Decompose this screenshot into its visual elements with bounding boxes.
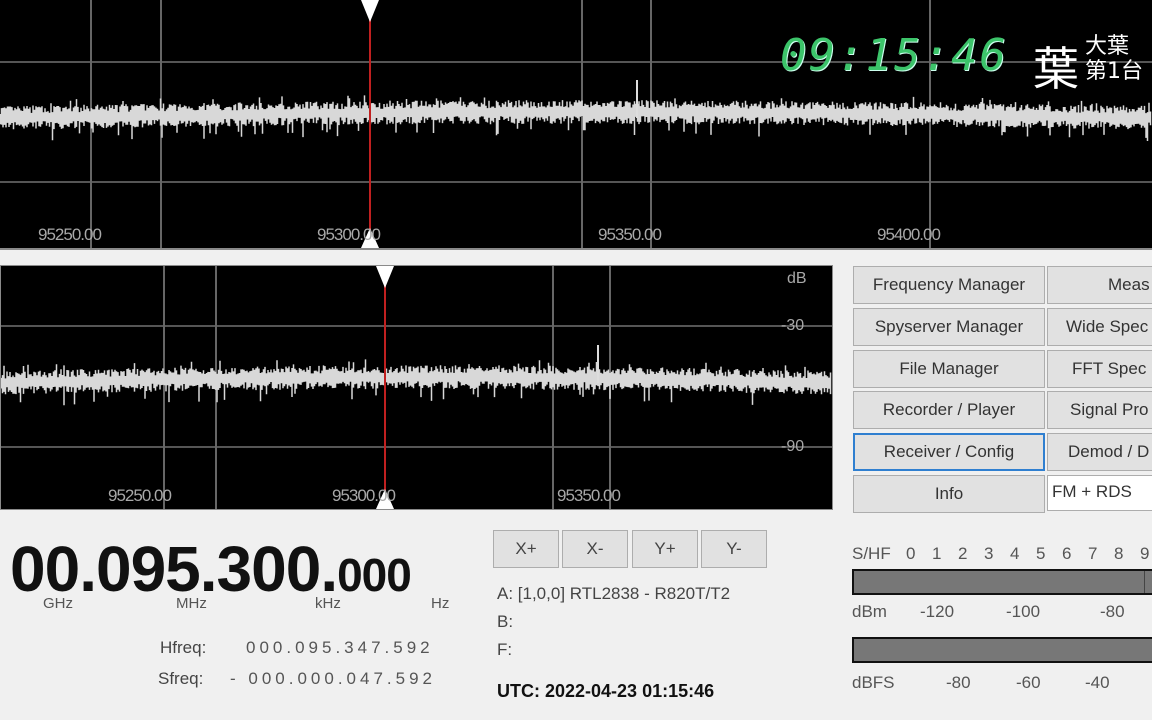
s-meter-tick: 3	[984, 544, 994, 563]
overlay-clock: 09:15:46	[780, 30, 1008, 81]
freq-label: 95300.00	[317, 225, 381, 244]
s-meter-tick: 0	[906, 544, 916, 563]
utc-clock: UTC: 2022-04-23 01:15:46	[497, 681, 715, 701]
info-button[interactable]: Info	[853, 475, 1045, 513]
freq-label: 95250.00	[38, 225, 102, 244]
dbm-label: dBm	[852, 602, 887, 621]
s-meter-bar	[852, 569, 1152, 595]
sfreq-label: Sfreq:	[158, 669, 204, 688]
db-label: -90	[781, 438, 805, 455]
freq-label: 95300.00	[332, 486, 396, 505]
caption-line: 大葉	[1085, 34, 1130, 59]
s-meter-tick: 6	[1062, 544, 1072, 563]
dbfs-tick: -60	[1016, 673, 1041, 692]
khz-digits[interactable]: 300	[217, 533, 322, 605]
unit-label: Hz	[431, 595, 450, 612]
s-meter-tick: 1	[932, 544, 942, 563]
marker-top-triangle	[361, 0, 379, 22]
dbfs-meter-bar	[852, 637, 1152, 663]
spectrum-trace	[0, 95, 1152, 141]
overlay-logo: 葉	[1033, 42, 1079, 96]
recorder-player-button[interactable]: Recorder / Player	[853, 391, 1045, 429]
hfreq-value: 000.095.347.592	[246, 638, 434, 657]
freq-label: 95350.00	[557, 486, 621, 505]
secondary-spectrum[interactable]: 95250.00 95300.00 95350.00 dB -30 -90	[0, 265, 833, 510]
freq-label: 95350.00	[598, 225, 662, 244]
caption-line: 第1台	[1085, 59, 1143, 84]
spectrum-trace	[1, 359, 832, 406]
wide-spectrum-button[interactable]: Wide Spec	[1047, 308, 1152, 346]
unit-label: GHz	[43, 595, 73, 612]
fft-spectrum-button[interactable]: FFT Spec	[1047, 350, 1152, 388]
hz-digits[interactable]: 000	[337, 549, 412, 601]
device-f: F:	[497, 640, 513, 659]
signal-processing-button[interactable]: Signal Pro	[1047, 391, 1152, 429]
secondary-spectrum-plot[interactable]	[1, 266, 834, 511]
sfreq-value: - 000.000.047.592	[230, 669, 437, 688]
unit-label: MHz	[176, 595, 207, 612]
dbm-tick: -80	[1100, 602, 1125, 621]
measurement-button[interactable]: Meas	[1047, 266, 1152, 304]
db-unit: dB	[787, 270, 807, 287]
spyserver-manager-button[interactable]: Spyserver Manager	[853, 308, 1045, 346]
hfreq-label: Hfreq:	[160, 638, 207, 657]
zoom-y-minus-button[interactable]: Y-	[701, 530, 767, 568]
dbfs-tick: -40	[1085, 673, 1110, 692]
freq-label: 95400.00	[877, 225, 941, 244]
s-meter-tick: 4	[1010, 544, 1020, 563]
zoom-x-plus-button[interactable]: X+	[493, 530, 559, 568]
freq-label: 95250.00	[108, 486, 172, 505]
zoom-y-plus-button[interactable]: Y+	[632, 530, 698, 568]
main-spectrum[interactable]: 95250.00 95300.00 95350.00 95400.00 09:1…	[0, 0, 1152, 250]
dbm-tick: -120	[920, 602, 955, 621]
device-b: B:	[497, 612, 514, 631]
overlay-caption: 大葉 第1台	[1085, 34, 1143, 84]
unit-label: kHz	[315, 595, 341, 612]
file-manager-button[interactable]: File Manager	[853, 350, 1045, 388]
dbfs-tick: -80	[946, 673, 971, 692]
s-meter-tick: 9	[1140, 544, 1150, 563]
s-meter-tick: 5	[1036, 544, 1046, 563]
db-label: -30	[781, 317, 805, 334]
s-meter-tick: 7	[1088, 544, 1098, 563]
s-meter-label: S/HF	[852, 544, 891, 563]
demod-button[interactable]: Demod / D	[1047, 433, 1152, 471]
zoom-x-minus-button[interactable]: X-	[562, 530, 628, 568]
s-meter-tick: 8	[1114, 544, 1124, 563]
marker-top-triangle	[376, 266, 394, 288]
receiver-config-button[interactable]: Receiver / Config	[853, 433, 1045, 471]
mode-select[interactable]: FM + RDS	[1047, 475, 1152, 511]
dbm-tick: -100	[1006, 602, 1041, 621]
s-meter-tick: 2	[958, 544, 968, 563]
device-a: A: [1,0,0] RTL2838 - R820T/T2	[497, 584, 731, 603]
frequency-manager-button[interactable]: Frequency Manager	[853, 266, 1045, 304]
dbfs-label: dBFS	[852, 673, 895, 692]
